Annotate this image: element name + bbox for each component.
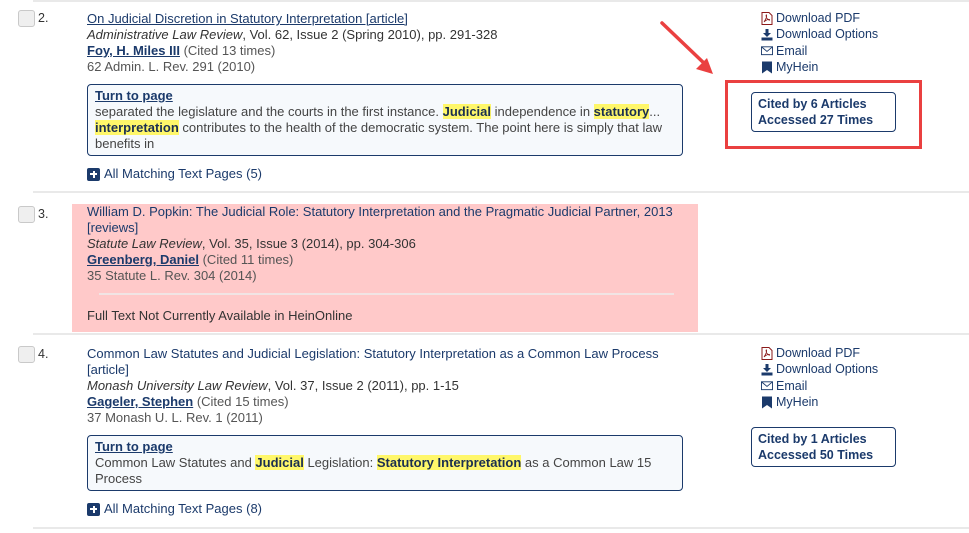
- myhein-label: MyHein: [776, 59, 819, 74]
- citation-stats[interactable]: Cited by 1 Articles Accessed 50 Times: [751, 427, 896, 467]
- citation: 35 Statute L. Rev. 304 (2014): [87, 268, 257, 283]
- download-options-label: Download Options: [776, 362, 879, 377]
- plus-icon: [87, 167, 100, 181]
- result-checkbox[interactable]: [18, 346, 35, 363]
- result-checkbox[interactable]: [18, 10, 35, 27]
- result-index: 4.: [38, 347, 49, 361]
- annotation-arrow-icon: [660, 21, 713, 74]
- result-separator: [33, 527, 969, 529]
- search-term-highlight: Statutory Interpretation: [376, 455, 522, 470]
- turn-to-page-link[interactable]: Turn to page: [95, 88, 173, 104]
- email-link[interactable]: Email: [761, 43, 878, 59]
- annotation-highlight-box: [725, 80, 922, 149]
- myhein-label: MyHein: [776, 394, 819, 409]
- download-icon: [761, 28, 773, 41]
- result-actions: Download PDF Download Options Email MyHe…: [761, 345, 878, 410]
- all-matching-pages-toggle[interactable]: All Matching Text Pages (5): [87, 166, 697, 182]
- journal-details: , Vol. 37, Issue 2 (2011), pp. 1-15: [267, 378, 459, 393]
- myhein-link[interactable]: MyHein: [761, 394, 878, 410]
- text-snippet: Turn to page Common Law Statutes and Jud…: [87, 435, 683, 491]
- download-options-link[interactable]: Download Options: [761, 26, 878, 42]
- accessed-count: Accessed 50 Times: [758, 448, 874, 462]
- author-link[interactable]: Greenberg, Daniel: [87, 252, 199, 267]
- all-matching-pages-toggle[interactable]: All Matching Text Pages (8): [87, 501, 697, 517]
- author-link[interactable]: Foy, H. Miles III: [87, 43, 180, 58]
- author-line: Foy, H. Miles III (Cited 13 times): [87, 43, 275, 58]
- all-matching-pages-label: All Matching Text Pages (8): [104, 501, 262, 516]
- unavailable-notice: Full Text Not Currently Available in Hei…: [87, 308, 353, 323]
- email-link[interactable]: Email: [761, 378, 878, 394]
- download-options-link[interactable]: Download Options: [761, 361, 878, 377]
- myhein-link[interactable]: MyHein: [761, 59, 878, 75]
- result-actions: Download PDF Download Options Email MyHe…: [761, 10, 878, 75]
- snippet-fragment: ...: [649, 104, 661, 119]
- result-index: 2.: [38, 11, 49, 25]
- cited-by-count: Cited by 1 Articles: [758, 432, 867, 446]
- author-cited-count: (Cited 11 times): [198, 252, 294, 267]
- download-pdf-label: Download PDF: [776, 11, 861, 25]
- turn-to-page-link[interactable]: Turn to page: [95, 439, 173, 455]
- snippet-fragment: Legislation:: [303, 455, 377, 470]
- divider: [99, 293, 674, 295]
- result-title-link[interactable]: William D. Popkin: The Judicial Role: St…: [87, 204, 673, 235]
- email-label: Email: [776, 43, 808, 58]
- journal-name: Statute Law Review: [87, 236, 202, 251]
- snippet-fragment: contributes to the health of the democra…: [95, 120, 662, 151]
- snippet-text: separated the legislature and the courts…: [95, 104, 662, 151]
- result-checkbox[interactable]: [18, 206, 35, 223]
- author-cited-count: (Cited 13 times): [179, 43, 276, 58]
- pdf-icon: [761, 346, 773, 360]
- download-pdf-link[interactable]: Download PDF: [761, 345, 878, 361]
- all-matching-pages-label: All Matching Text Pages (5): [104, 166, 262, 181]
- email-label: Email: [776, 378, 808, 393]
- download-icon: [761, 363, 773, 376]
- result-separator: [33, 191, 969, 193]
- author-line: Greenberg, Daniel (Cited 11 times): [87, 252, 293, 267]
- download-pdf-label: Download PDF: [776, 346, 861, 360]
- author-line: Gageler, Stephen (Cited 15 times): [87, 394, 289, 409]
- result-index: 3.: [38, 207, 49, 221]
- author-cited-count: (Cited 15 times): [193, 394, 289, 409]
- author-link[interactable]: Gageler, Stephen: [87, 394, 193, 409]
- bookmark-icon: [762, 61, 772, 74]
- snippet-fragment: Common Law Statutes and: [95, 455, 256, 470]
- citation: 37 Monash U. L. Rev. 1 (2011): [87, 410, 263, 425]
- result-separator: [33, 333, 969, 335]
- journal-info: Administrative Law Review, Vol. 62, Issu…: [87, 27, 497, 42]
- download-pdf-link[interactable]: Download PDF: [761, 10, 878, 26]
- journal-info: Monash University Law Review, Vol. 37, I…: [87, 378, 459, 393]
- result-separator: [33, 0, 969, 2]
- snippet-fragment: separated the legislature and the courts…: [95, 104, 443, 119]
- citation: 62 Admin. L. Rev. 291 (2010): [87, 59, 256, 74]
- search-term-highlight: interpretation: [95, 120, 179, 135]
- email-icon: [761, 381, 773, 391]
- email-icon: [761, 46, 773, 56]
- snippet-fragment: independence in: [491, 104, 594, 119]
- journal-details: , Vol. 62, Issue 2 (Spring 2010), pp. 29…: [242, 27, 498, 42]
- journal-name: Administrative Law Review: [87, 27, 243, 42]
- download-options-label: Download Options: [776, 27, 879, 42]
- result-title-link[interactable]: Common Law Statutes and Judicial Legisla…: [87, 346, 659, 377]
- pdf-icon: [761, 11, 773, 25]
- search-term-highlight: Judicial: [442, 104, 492, 119]
- journal-name: Monash University Law Review: [87, 378, 268, 393]
- journal-details: , Vol. 35, Issue 3 (2014), pp. 304-306: [201, 236, 416, 251]
- snippet-text: Common Law Statutes and Judicial Legisla…: [95, 455, 651, 486]
- search-term-highlight: Judicial: [255, 455, 304, 470]
- search-term-highlight: statutory: [593, 104, 650, 119]
- journal-info: Statute Law Review, Vol. 35, Issue 3 (20…: [87, 236, 416, 251]
- bookmark-icon: [762, 396, 772, 409]
- plus-icon: [87, 502, 100, 516]
- result-title-link[interactable]: On Judicial Discretion in Statutory Inte…: [87, 11, 408, 26]
- text-snippet: Turn to page separated the legislature a…: [87, 84, 683, 156]
